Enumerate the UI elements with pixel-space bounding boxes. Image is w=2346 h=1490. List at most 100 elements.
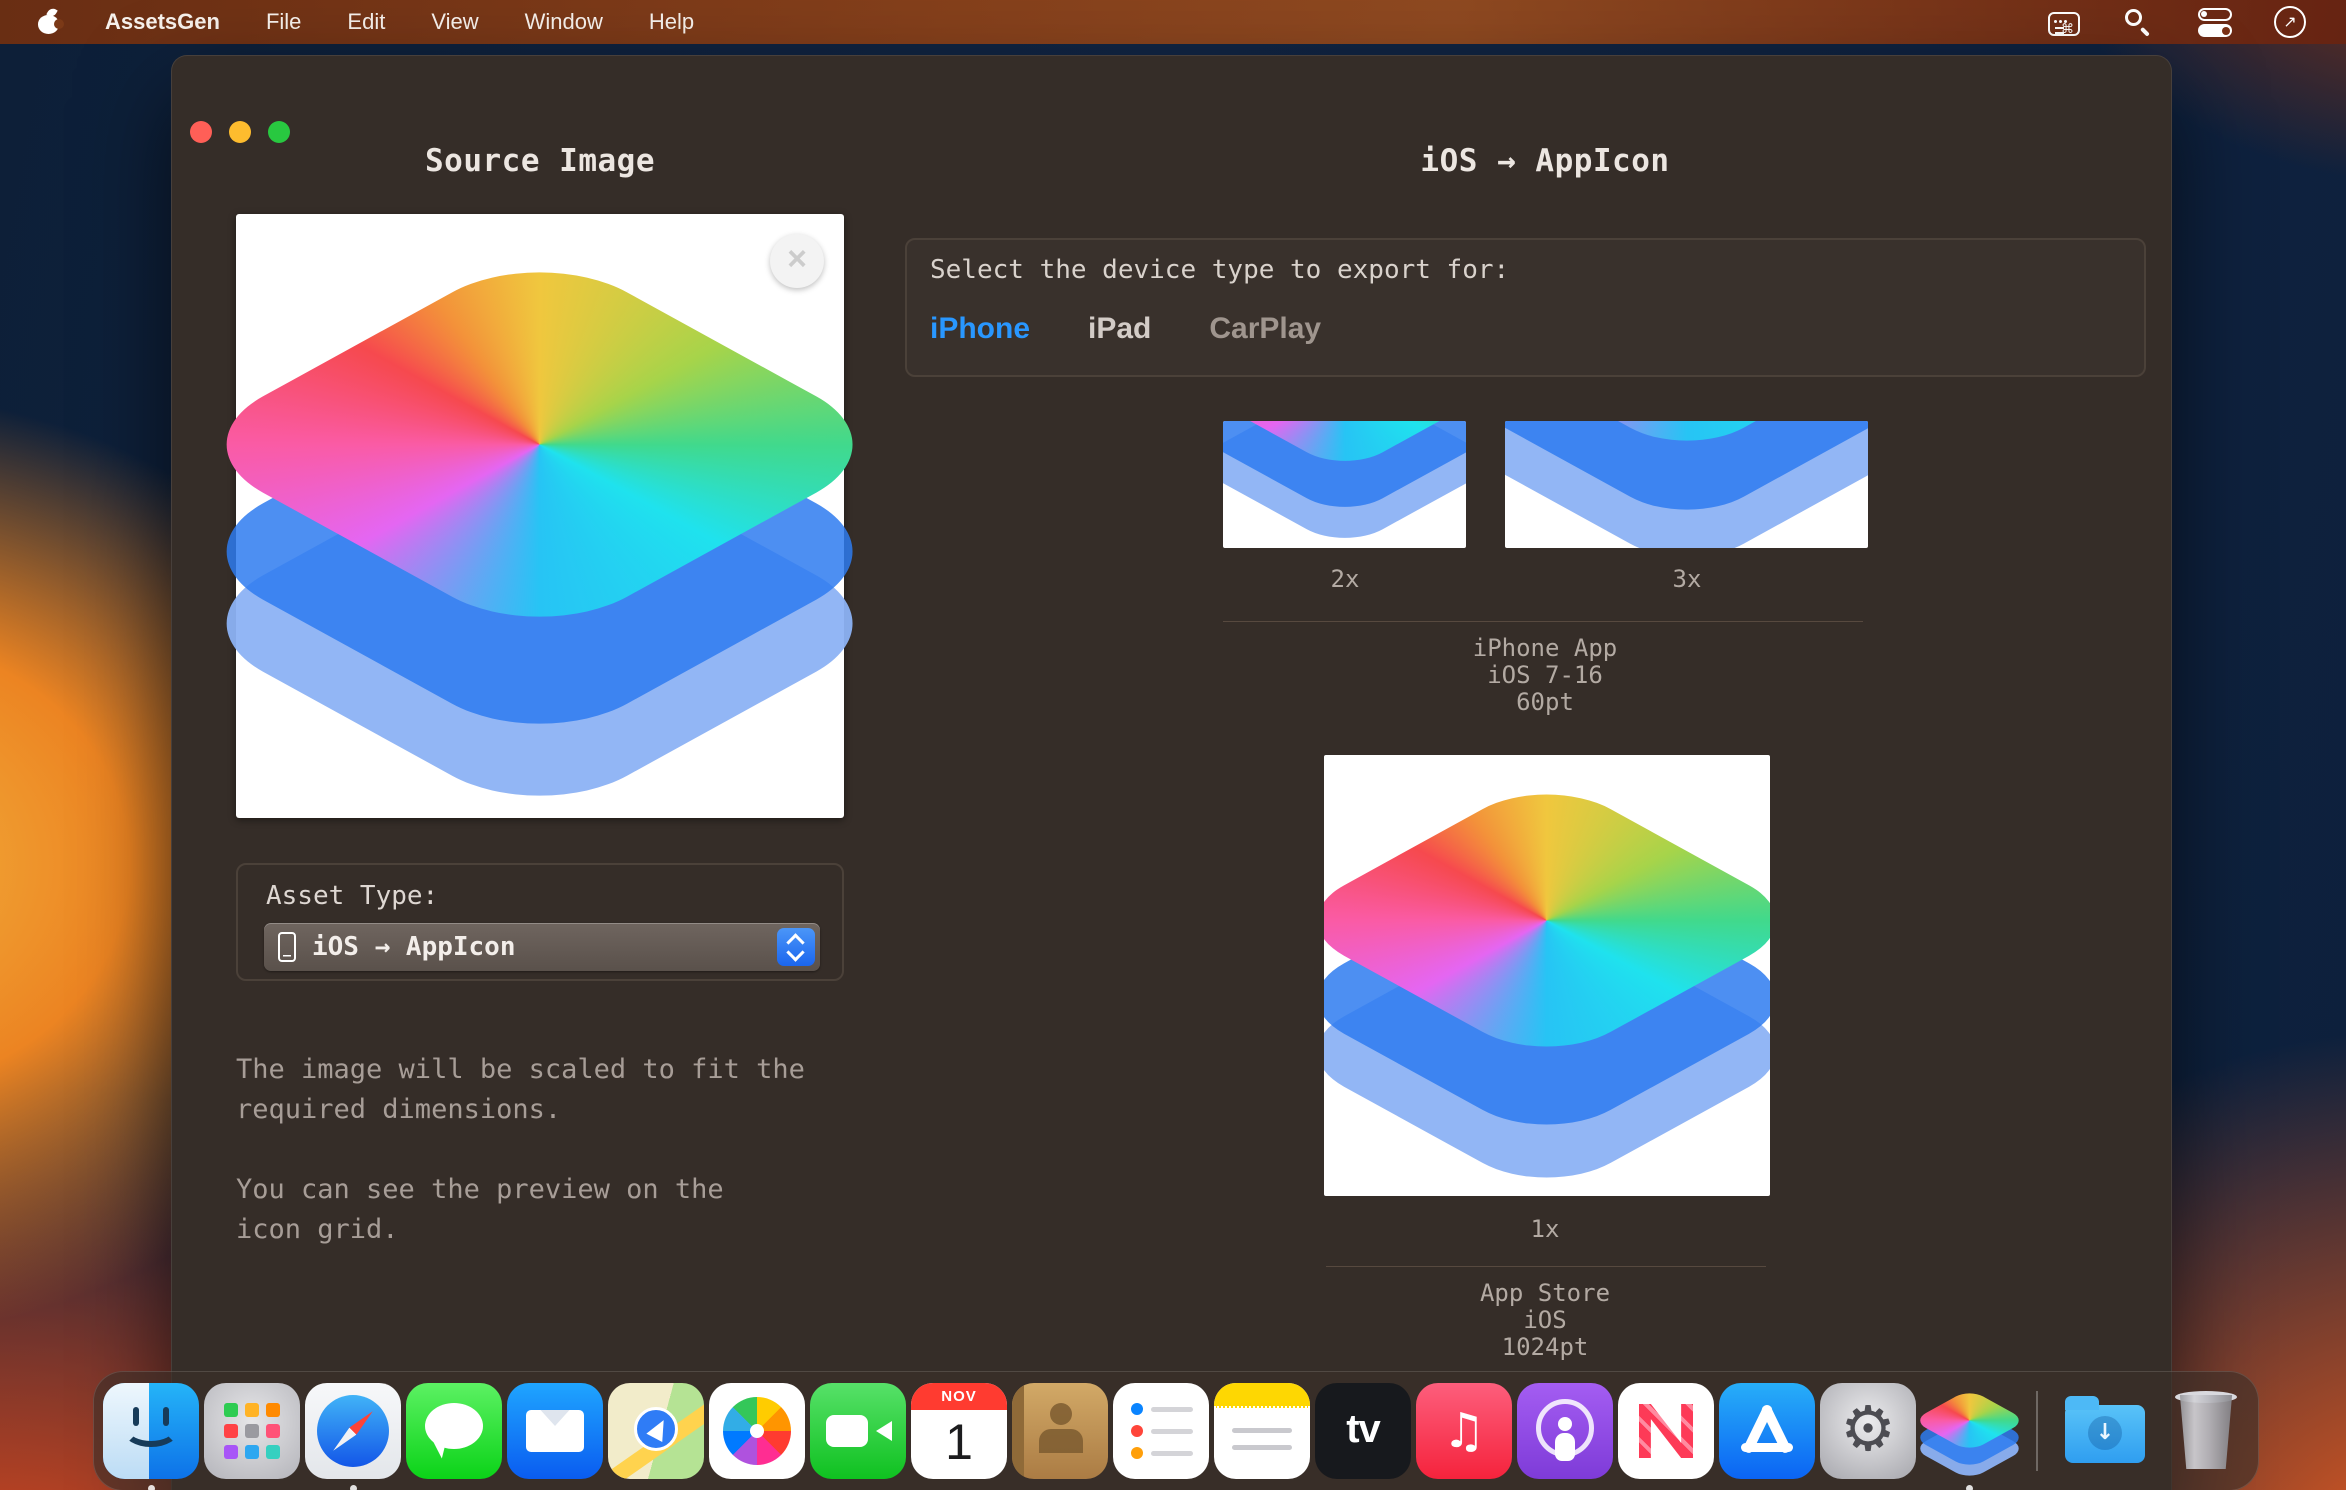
clock-icon[interactable]: ↗ [2274, 6, 2306, 38]
dock-item-notes[interactable] [1214, 1383, 1310, 1479]
close-window-button[interactable] [190, 121, 212, 143]
calendar-icon: NOV 1 [911, 1383, 1007, 1479]
dock-item-finder[interactable] [103, 1383, 199, 1479]
scale-label-3x: 3x [1627, 565, 1747, 593]
kbd-dots [2054, 20, 2057, 23]
toggle-pill-top [2198, 8, 2232, 21]
dock-item-trash[interactable] [2158, 1383, 2254, 1479]
system-settings-icon: ⚙ [1820, 1383, 1916, 1479]
description-line: You can see the preview on the [236, 1170, 886, 1210]
phone-icon [278, 932, 296, 962]
search-lens [2125, 9, 2142, 26]
group-caption-iphone-app: iPhone App iOS 7-16 60pt [1245, 635, 1845, 716]
reminders-icon [1113, 1383, 1209, 1479]
notes-icon [1214, 1383, 1310, 1479]
safari-icon [305, 1383, 401, 1479]
app-store-icon [1719, 1383, 1815, 1479]
dock-item-mail[interactable] [507, 1383, 603, 1479]
dock-item-contacts[interactable] [1012, 1383, 1108, 1479]
source-image-preview[interactable] [236, 214, 844, 818]
menu-app-name[interactable]: AssetsGen [105, 9, 220, 35]
dock: NOV 1 tv ♫ ⚙ [93, 1371, 2259, 1490]
device-option-iphone[interactable]: iPhone [930, 312, 1030, 346]
device-type-prompt: Select the device type to export for: [930, 255, 1509, 285]
export-title: iOS → AppIcon [1245, 143, 1845, 179]
control-center-icon[interactable] [2198, 7, 2232, 37]
menu-view[interactable]: View [431, 9, 478, 35]
apple-menu-icon[interactable] [38, 10, 59, 34]
assetsgen-window: Source Image × Asset Type: iOS → AppIcon… [171, 55, 2172, 1490]
dock-item-reminders[interactable] [1113, 1383, 1209, 1479]
menu-bar: AssetsGen File Edit View Window Help ⌘ ↗ [0, 0, 2346, 44]
dock-item-calendar[interactable]: NOV 1 [911, 1383, 1007, 1479]
mail-icon [507, 1383, 603, 1479]
maps-icon [608, 1383, 704, 1479]
group-divider [1223, 621, 1863, 622]
asset-type-label: Asset Type: [266, 881, 438, 911]
calendar-month: NOV [911, 1383, 1007, 1410]
group-divider [1326, 1266, 1766, 1267]
scale-label-2x: 2x [1285, 565, 1405, 593]
dock-item-maps[interactable] [608, 1383, 704, 1479]
contacts-icon [1012, 1383, 1108, 1479]
preview-thumb-1x [1324, 755, 1770, 1196]
caption-line: iOS 7-16 [1245, 662, 1845, 689]
source-artwork [260, 232, 820, 792]
desktop: AssetsGen File Edit View Window Help ⌘ ↗ [0, 0, 2346, 1490]
dock-item-safari[interactable] [305, 1383, 401, 1479]
downloads-folder-icon [2057, 1383, 2153, 1479]
kbd-cmd-glyph: ⌘ [2061, 23, 2074, 36]
minimize-window-button[interactable] [229, 121, 251, 143]
description-line: required dimensions. [236, 1090, 886, 1130]
search-icon[interactable] [2122, 7, 2156, 37]
menu-help[interactable]: Help [649, 9, 694, 35]
dock-item-news[interactable] [1618, 1383, 1714, 1479]
search-handle [2140, 27, 2150, 37]
music-icon: ♫ [1416, 1383, 1512, 1479]
dock-item-messages[interactable] [406, 1383, 502, 1479]
preview-artwork [1342, 765, 1752, 1175]
messages-icon [406, 1383, 502, 1479]
caption-line: iPhone App [1245, 635, 1845, 662]
description-line: icon grid. [236, 1210, 886, 1250]
calendar-day: 1 [911, 1410, 1007, 1474]
preview-thumb-3x [1505, 421, 1868, 548]
dock-item-downloads[interactable] [2057, 1383, 2153, 1479]
dock-separator [2036, 1391, 2038, 1471]
dock-item-photos[interactable] [709, 1383, 805, 1479]
finder-icon [103, 1383, 199, 1479]
dock-item-settings[interactable]: ⚙ [1820, 1383, 1916, 1479]
apple-tv-icon: tv [1315, 1383, 1411, 1479]
dock-item-music[interactable]: ♫ [1416, 1383, 1512, 1479]
device-type-panel: Select the device type to export for: iP… [905, 238, 2146, 377]
device-option-ipad[interactable]: iPad [1088, 312, 1151, 346]
trash-icon [2158, 1383, 2254, 1479]
menu-window[interactable]: Window [525, 9, 603, 35]
scale-label-1x: 1x [1485, 1215, 1605, 1243]
group-caption-app-store: App Store iOS 1024pt [1245, 1280, 1845, 1361]
caption-line: App Store [1245, 1280, 1845, 1307]
asset-type-dropdown[interactable]: iOS → AppIcon [264, 923, 820, 971]
zoom-window-button[interactable] [268, 121, 290, 143]
remove-source-image-button[interactable]: × [770, 234, 824, 288]
dock-item-appstore[interactable] [1719, 1383, 1815, 1479]
dock-item-podcasts[interactable] [1517, 1383, 1613, 1479]
dock-item-tv[interactable]: tv [1315, 1383, 1411, 1479]
description-line: The image will be scaled to fit the [236, 1050, 886, 1090]
photos-icon [709, 1383, 805, 1479]
dock-item-launchpad[interactable] [204, 1383, 300, 1479]
podcasts-icon [1517, 1383, 1613, 1479]
dropdown-stepper-icon[interactable] [777, 928, 815, 966]
dock-item-assetsgen[interactable] [1921, 1383, 2017, 1479]
dock-item-facetime[interactable] [810, 1383, 906, 1479]
asset-type-panel: Asset Type: iOS → AppIcon [236, 863, 844, 981]
menu-edit[interactable]: Edit [347, 9, 385, 35]
device-option-carplay[interactable]: CarPlay [1209, 312, 1321, 346]
command-palette-icon[interactable]: ⌘ [2048, 12, 2080, 36]
caption-line: iOS [1245, 1307, 1845, 1334]
preview-artwork [1223, 421, 1466, 536]
asset-type-value: iOS → AppIcon [312, 932, 516, 962]
menu-file[interactable]: File [266, 9, 301, 35]
caption-line: 1024pt [1245, 1334, 1845, 1361]
preview-thumb-2x [1223, 421, 1466, 548]
